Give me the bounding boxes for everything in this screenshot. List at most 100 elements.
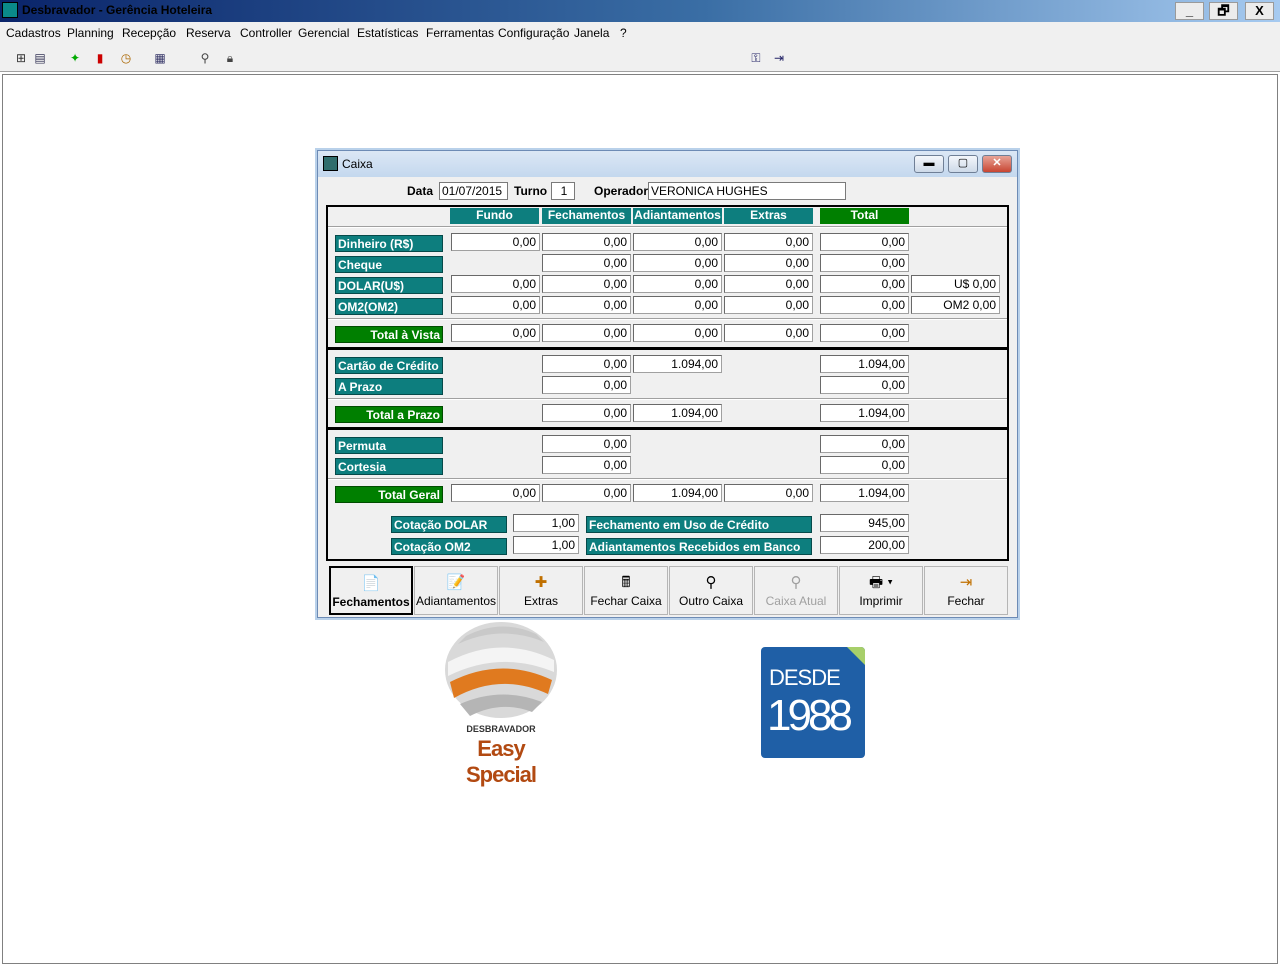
dolar-fundo[interactable]: 0,00 <box>451 275 540 293</box>
data-field[interactable]: 01/07/2015 <box>439 182 508 200</box>
dolar-extras[interactable]: 0,00 <box>724 275 813 293</box>
fechamentos-label: Fechamentos <box>332 595 410 609</box>
menu-recepcao[interactable]: Recepção <box>122 26 176 40</box>
documents-icon: 📄 <box>361 575 381 592</box>
adiantamentos-button[interactable]: 📝 Adiantamentos <box>414 566 498 615</box>
caixa-minimize-button[interactable]: ▬ <box>914 155 944 173</box>
total-geral-total[interactable]: 1.094,00 <box>820 484 909 502</box>
search-person-icon[interactable]: ⚲ <box>196 49 214 67</box>
menu-cadastros[interactable]: Cadastros <box>6 26 61 40</box>
clock-icon[interactable]: ◷ <box>117 49 135 67</box>
turno-field[interactable]: 1 <box>551 182 575 200</box>
dinheiro-fechamentos[interactable]: 0,00 <box>542 233 631 251</box>
key-icon[interactable]: ⚿ <box>747 49 765 67</box>
total-geral-extras[interactable]: 0,00 <box>724 484 813 502</box>
cotacao-dolar-field[interactable]: 1,00 <box>513 514 579 532</box>
row-label-cortesia: Cortesia <box>335 458 443 475</box>
tree-icon[interactable]: ⊞ <box>12 49 30 67</box>
om2-moeda[interactable]: OM2 0,00 <box>911 296 1000 314</box>
cotacao-om2-field[interactable]: 1,00 <box>513 536 579 554</box>
cheque-extras[interactable]: 0,00 <box>724 254 813 272</box>
cartao-fechamentos[interactable]: 0,00 <box>542 355 631 373</box>
dolar-adiantamentos[interactable]: 0,00 <box>633 275 722 293</box>
om2-fundo[interactable]: 0,00 <box>451 296 540 314</box>
total-geral-fechamentos[interactable]: 0,00 <box>542 484 631 502</box>
menu-controller[interactable]: Controller <box>240 26 292 40</box>
cortesia-total[interactable]: 0,00 <box>820 456 909 474</box>
total-vista-fundo[interactable]: 0,00 <box>451 324 540 342</box>
dolar-moeda[interactable]: U$ 0,00 <box>911 275 1000 293</box>
lock-icon[interactable]: 🔒︎ <box>221 49 239 67</box>
row-label-prazo: A Prazo <box>335 378 443 395</box>
total-vista-adiantamentos[interactable]: 0,00 <box>633 324 722 342</box>
fechar-caixa-button[interactable]: 🖩 Fechar Caixa <box>584 566 668 615</box>
vista-divider <box>328 318 1007 320</box>
cheque-total[interactable]: 0,00 <box>820 254 909 272</box>
close-button[interactable]: X <box>1245 2 1274 20</box>
caixa-atual-label: Caixa Atual <box>765 594 827 608</box>
cortesia-fechamentos[interactable]: 0,00 <box>542 456 631 474</box>
outro-caixa-button[interactable]: ⚲ Outro Caixa <box>669 566 753 615</box>
dinheiro-adiantamentos[interactable]: 0,00 <box>633 233 722 251</box>
runner-icon[interactable]: ✦ <box>66 49 84 67</box>
cartao-total[interactable]: 1.094,00 <box>820 355 909 373</box>
operador-field[interactable]: VERONICA HUGHES <box>648 182 846 200</box>
total-prazo-total[interactable]: 1.094,00 <box>820 404 909 422</box>
card-icon[interactable]: ▤ <box>31 49 49 67</box>
operador-label: Operador <box>594 184 649 198</box>
total-vista-total[interactable]: 0,00 <box>820 324 909 342</box>
exit-door-icon: ⇥ <box>959 574 973 591</box>
col-extras: Extras <box>724 208 813 224</box>
exit-icon[interactable]: ⇥ <box>770 49 788 67</box>
om2-adiantamentos[interactable]: 0,00 <box>633 296 722 314</box>
col-adiantamentos: Adiantamentos <box>633 208 722 224</box>
extras-button[interactable]: ✚ Extras <box>499 566 583 615</box>
dolar-fechamentos[interactable]: 0,00 <box>542 275 631 293</box>
permuta-total[interactable]: 0,00 <box>820 435 909 453</box>
dolar-total[interactable]: 0,00 <box>820 275 909 293</box>
prazo-fechamentos[interactable]: 0,00 <box>542 376 631 394</box>
cheque-adiantamentos[interactable]: 0,00 <box>633 254 722 272</box>
om2-fechamentos[interactable]: 0,00 <box>542 296 631 314</box>
menu-configuracao[interactable]: Configuração <box>498 26 569 40</box>
calendar-icon[interactable]: ▦ <box>151 49 169 67</box>
menu-janela[interactable]: Janela <box>574 26 609 40</box>
menu-ferramentas[interactable]: Ferramentas <box>426 26 494 40</box>
restore-button[interactable]: 🗗 <box>1209 2 1238 20</box>
fech-credito-field[interactable]: 945,00 <box>820 514 909 532</box>
total-geral-adiantamentos[interactable]: 1.094,00 <box>633 484 722 502</box>
app-title-bar: Desbravador - Gerência Hoteleira _ 🗗 X <box>0 0 1280 22</box>
cheque-fechamentos[interactable]: 0,00 <box>542 254 631 272</box>
minimize-button[interactable]: _ <box>1175 2 1204 20</box>
app-title: Desbravador - Gerência Hoteleira <box>22 3 213 17</box>
adiant-banco-field[interactable]: 200,00 <box>820 536 909 554</box>
imprimir-button[interactable]: 🖶 ▾ Imprimir <box>839 566 923 615</box>
prazo-total[interactable]: 0,00 <box>820 376 909 394</box>
total-prazo-adiantamentos[interactable]: 1.094,00 <box>633 404 722 422</box>
menu-reserva[interactable]: Reserva <box>186 26 231 40</box>
om2-extras[interactable]: 0,00 <box>724 296 813 314</box>
menu-planning[interactable]: Planning <box>67 26 114 40</box>
cartao-adiantamentos[interactable]: 1.094,00 <box>633 355 722 373</box>
dinheiro-total[interactable]: 0,00 <box>820 233 909 251</box>
menu-help[interactable]: ? <box>620 26 627 40</box>
total-prazo-fechamentos[interactable]: 0,00 <box>542 404 631 422</box>
caixa-maximize-button[interactable]: ▢ <box>948 155 978 173</box>
caixa-close-button[interactable]: ✕ <box>982 155 1012 173</box>
fechar-button[interactable]: ⇥ Fechar <box>924 566 1008 615</box>
menu-estatisticas[interactable]: Estatísticas <box>357 26 418 40</box>
permuta-fechamentos[interactable]: 0,00 <box>542 435 631 453</box>
exit-door-icon[interactable]: ▮ <box>91 49 109 67</box>
caixa-atual-button[interactable]: ⚲ Caixa Atual <box>754 566 838 615</box>
fechamentos-button[interactable]: 📄 Fechamentos <box>329 566 413 615</box>
row-label-dinheiro: Dinheiro (R$) <box>335 235 443 252</box>
om2-total[interactable]: 0,00 <box>820 296 909 314</box>
dinheiro-fundo[interactable]: 0,00 <box>451 233 540 251</box>
menu-gerencial[interactable]: Gerencial <box>298 26 349 40</box>
total-geral-fundo[interactable]: 0,00 <box>451 484 540 502</box>
total-vista-extras[interactable]: 0,00 <box>724 324 813 342</box>
data-label: Data <box>407 184 434 198</box>
total-vista-fechamentos[interactable]: 0,00 <box>542 324 631 342</box>
dinheiro-extras[interactable]: 0,00 <box>724 233 813 251</box>
fechar-caixa-label: Fechar Caixa <box>590 594 662 608</box>
